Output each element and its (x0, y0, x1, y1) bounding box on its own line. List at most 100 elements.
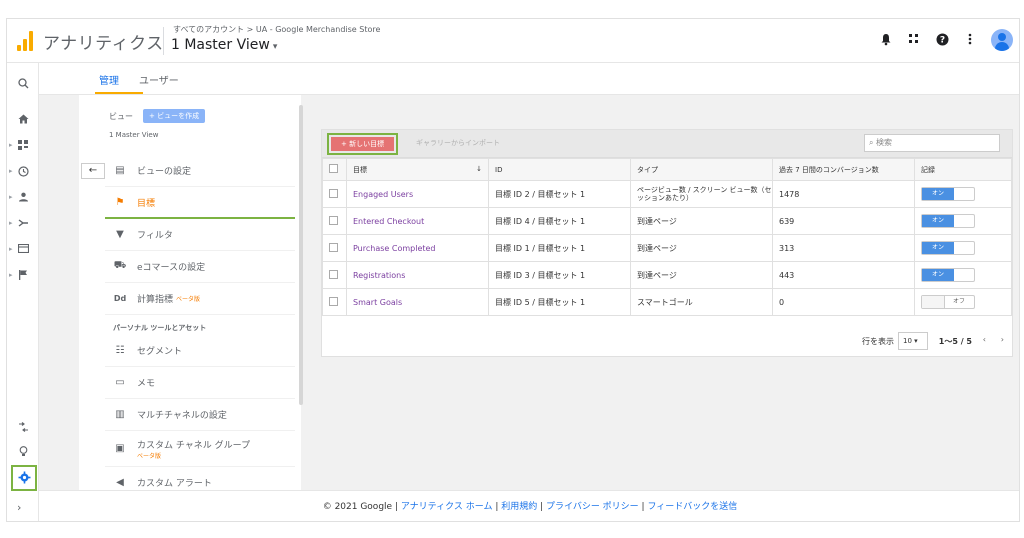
menu-item-label: 目標 (137, 198, 156, 209)
tab-user[interactable]: ユーザー (139, 72, 179, 87)
account-avatar[interactable] (991, 29, 1013, 51)
recording-toggle[interactable]: オン (921, 214, 975, 228)
discover-lightbulb-icon[interactable] (7, 441, 39, 461)
goal-type-cell: ページビュー数 / スクリーン ビュー数（セッションあたり） (630, 180, 773, 208)
rows-per-page-select[interactable]: 10 ▾ (898, 332, 928, 350)
column-header-type[interactable]: タイプ (630, 158, 773, 181)
row-select-cell (322, 180, 347, 208)
goal-link[interactable]: Engaged Users (353, 190, 413, 199)
column-header-conversions[interactable]: 過去 7 日間のコンバージョン数 (772, 158, 915, 181)
menu-item-custom-channel-grouping[interactable]: ▣ カスタム チャネル グループ ベータ版 (105, 431, 295, 467)
menu-item-segments[interactable]: ☷ セグメント (105, 335, 295, 367)
footer-link-terms[interactable]: 利用規約 (501, 502, 537, 512)
audience-person-icon[interactable]: ▸ (7, 187, 39, 207)
search-icon[interactable] (7, 73, 39, 93)
goal-name-cell: Smart Goals (346, 288, 489, 316)
recording-toggle[interactable]: オン (921, 187, 975, 201)
more-vert-icon[interactable] (963, 33, 977, 47)
view-selector[interactable]: 1 Master View ▾ (171, 37, 277, 53)
goal-link[interactable]: Entered Checkout (353, 217, 424, 226)
goal-link[interactable]: Registrations (353, 271, 405, 280)
select-all-checkbox[interactable] (329, 164, 338, 173)
column-header-goal[interactable]: 目標 ↓ (346, 158, 489, 181)
realtime-clock-icon[interactable]: ▸ (7, 161, 39, 181)
help-icon[interactable]: ? (935, 33, 949, 47)
menu-item-annotations[interactable]: ▭ メモ (105, 367, 295, 399)
row-checkbox[interactable] (329, 242, 338, 252)
menu-item-goals[interactable]: ⚑ 目標 (105, 187, 295, 219)
segment-icon: ☷ (115, 345, 125, 356)
copyright: © 2021 Google (322, 502, 393, 512)
filter-icon: ▼ (116, 229, 124, 240)
menu-item-filters[interactable]: ▼ フィルタ (105, 219, 295, 251)
recording-cell: オン (914, 261, 1012, 289)
calc-icon: Dd (113, 294, 127, 303)
goal-link[interactable]: Smart Goals (353, 298, 402, 307)
menu-item-calculated-metrics[interactable]: Dd 計算指標 ベータ版 (105, 283, 295, 315)
svg-text:?: ? (939, 36, 944, 46)
menu-item-label: 計算指標 (137, 295, 174, 305)
row-select-cell (322, 261, 347, 289)
table-row: Registrations 目標 ID 3 / 目標セット 1 到達ページ 44… (322, 261, 1012, 289)
menu-item-multichannel[interactable]: ▥ マルチチャネルの設定 (105, 399, 295, 431)
apps-grid-icon[interactable] (907, 33, 921, 47)
new-goal-button[interactable]: + 新しい目標 (331, 137, 395, 151)
conversions-flag-icon[interactable]: ▸ (7, 265, 39, 285)
column-header-id[interactable]: ID (488, 158, 631, 181)
goals-toolbar: + 新しい目標 ギャラリーからインポート ⌕ 検索 (322, 130, 1012, 158)
menu-item-ecommerce[interactable]: ⛟ eコマースの設定 (105, 251, 295, 283)
create-view-button[interactable]: + ビューを作成 (143, 109, 206, 123)
recording-cell: オン (914, 207, 1012, 235)
behavior-icon[interactable]: ▸ (7, 239, 39, 259)
import-from-gallery-button[interactable]: ギャラリーからインポート (416, 138, 500, 148)
column-scrollbar[interactable] (299, 105, 303, 405)
search-input[interactable]: ⌕ 検索 (864, 134, 1000, 152)
conversions-cell: 0 (772, 288, 915, 316)
goal-name-cell: Purchase Completed (346, 234, 489, 262)
recording-toggle[interactable]: オン (921, 268, 975, 282)
expand-rail-chevron-icon[interactable]: › (17, 501, 21, 514)
footer-link-analytics-home[interactable]: アナリティクス ホーム (401, 502, 493, 512)
top-bar: アナリティクス すべてのアカウント > UA - Google Merchand… (7, 19, 1019, 63)
toggle-label: オン (922, 188, 954, 200)
menu-item-view-settings[interactable]: ▤ ビューの設定 (105, 155, 295, 187)
account-breadcrumb[interactable]: すべてのアカウント > UA - Google Merchandise Stor… (173, 24, 380, 35)
admin-gear-icon[interactable] (11, 465, 37, 491)
acquisition-icon[interactable]: ▸ (7, 213, 39, 233)
prev-page-icon[interactable]: ‹ (983, 335, 986, 344)
menu-item-text: カスタム チャネル グループ ベータ版 (137, 438, 250, 460)
conversions-cell: 443 (772, 261, 915, 289)
row-checkbox[interactable] (329, 269, 338, 279)
goal-link[interactable]: Purchase Completed (353, 244, 436, 253)
row-checkbox[interactable] (329, 215, 338, 225)
goal-id-cell: 目標 ID 3 / 目標セット 1 (488, 261, 631, 289)
flag-icon: ⚑ (115, 196, 125, 208)
recording-toggle[interactable]: オフ (921, 295, 975, 309)
customization-icon[interactable]: ▸ (7, 135, 39, 155)
column-header-recording[interactable]: 記録 (914, 158, 1012, 181)
active-tab-indicator (95, 92, 143, 94)
next-page-icon[interactable]: › (1001, 335, 1004, 344)
megaphone-icon: ◀ (116, 477, 124, 488)
back-arrow-icon[interactable]: ← (81, 163, 105, 179)
tab-admin[interactable]: 管理 (99, 72, 119, 87)
selected-view[interactable]: 1 Master View (109, 131, 158, 139)
main-content: ビュー + ビューを作成 1 Master View ← ▤ ビューの設定 ⚑ … (39, 95, 1019, 499)
personal-tools-heading: パーソナル ツールとアセット (113, 324, 207, 332)
view-admin-column: ビュー + ビューを作成 1 Master View ← ▤ ビューの設定 ⚑ … (79, 95, 303, 499)
conversions-cell: 639 (772, 207, 915, 235)
analytics-logo-icon[interactable] (15, 31, 35, 51)
recording-toggle[interactable]: オン (921, 241, 975, 255)
footer-link-feedback[interactable]: フィードバックを送信 (647, 502, 737, 512)
row-checkbox[interactable] (329, 296, 338, 306)
conversions-cell: 1478 (772, 180, 915, 208)
footer-link-privacy[interactable]: プライバシー ポリシー (546, 502, 639, 512)
bell-icon[interactable] (879, 33, 893, 47)
toggle-label: オン (922, 242, 954, 254)
home-icon[interactable] (7, 109, 39, 129)
attribution-icon[interactable] (7, 417, 39, 437)
conversions-cell: 313 (772, 234, 915, 262)
row-checkbox[interactable] (329, 188, 338, 198)
beta-badge: ベータ版 (176, 296, 201, 303)
goal-id-cell: 目標 ID 2 / 目標セット 1 (488, 180, 631, 208)
